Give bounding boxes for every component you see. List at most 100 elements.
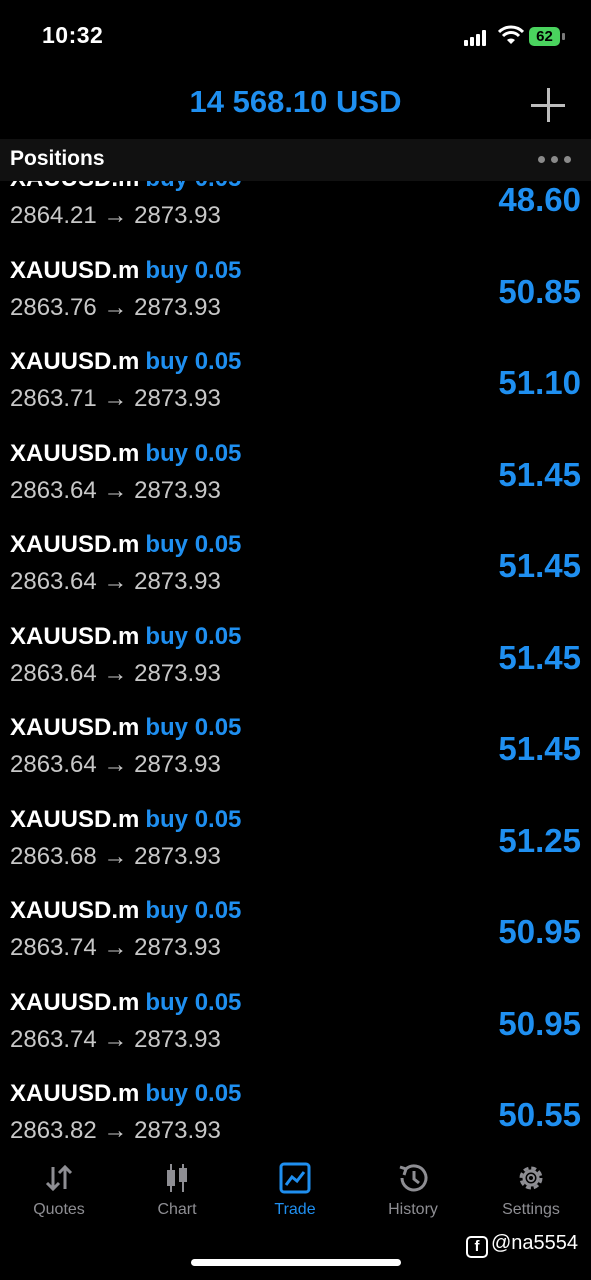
current-price: 2873.93 [134,842,221,870]
position-symbol: XAUUSD.m [10,714,140,741]
watermark-text: @na5554 [491,1232,579,1254]
position-row[interactable]: XAUUSD.m buy 0.05 2863.68 → 2873.93 51.25 [0,806,591,897]
position-row[interactable]: XAUUSD.m buy 0.05 2863.76 → 2873.93 50.85 [0,257,591,348]
tab-chart[interactable]: Chart [118,1161,236,1231]
position-title: XAUUSD.mbuy 0.05 [10,440,241,468]
arrow-right-icon: → [96,934,135,961]
position-side-volume: buy 0.05 [145,439,242,467]
current-price: 2873.93 [134,476,221,504]
current-price: 2873.93 [134,202,221,229]
position-title: XAUUSD.mbuy 0.05 [10,989,241,1017]
open-price: 2863.64 [10,476,97,504]
status-bar: 10:32 62 [0,0,591,70]
position-row[interactable]: XAUUSD.m buy 0.05 2863.71 → 2873.93 51.10 [0,348,591,439]
position-row[interactable]: XAUUSD.m buy 0.05 2863.74 → 2873.93 50.95 [0,897,591,988]
add-order-button[interactable] [531,88,565,122]
watermark: f @na5554 [466,1232,578,1258]
position-profit: 51.45 [498,730,581,767]
open-price: 2863.76 [10,293,97,321]
open-price: 2863.74 [10,934,97,961]
arrow-right-icon: → [96,751,135,778]
position-title: XAUUSD.mbuy 0.05 [10,623,241,651]
more-options-icon[interactable] [538,156,572,164]
trade-icon [279,1162,311,1194]
position-row[interactable]: XAUUSD.m buy 0.05 2863.64 → 2873.93 51.45 [0,714,591,805]
arrow-right-icon: → [96,1025,135,1053]
position-side-volume: buy 0.05 [145,531,242,558]
section-title: Positions [10,147,105,170]
facebook-icon: f [466,1236,488,1258]
positions-section-header: Positions [0,139,591,181]
position-profit: 51.25 [498,821,581,859]
positions-list[interactable]: XAUUSD.mbuy 0.052864.21 → 2873.9348.60XA… [0,134,591,1140]
position-row[interactable]: XAUUSD.m buy 0.05 2863.64 → 2873.93 51.45 [0,440,591,531]
position-symbol: XAUUSD.m [10,897,140,924]
tab-trade[interactable]: Trade [236,1161,354,1231]
cellular-signal-icon [464,30,490,46]
position-profit: 50.95 [498,913,581,950]
position-side-volume: buy 0.05 [145,622,242,650]
arrow-right-icon: → [96,659,135,687]
arrow-right-icon: → [96,293,135,321]
position-prices: 2864.21 → 2873.93 [10,202,221,230]
arrow-right-icon: → [96,1117,135,1140]
position-title: XAUUSD.mbuy 0.05 [10,257,241,285]
position-row[interactable]: XAUUSD.m buy 0.05 2863.64 → 2873.93 51.45 [0,531,591,622]
status-time: 10:32 [42,22,104,48]
wifi-icon [498,25,524,44]
position-symbol: XAUUSD.m [10,348,140,375]
settings-icon [519,1166,543,1190]
position-row[interactable]: XAUUSD.m buy 0.05 2863.74 → 2873.93 50.95 [0,989,591,1080]
current-price: 2873.93 [134,293,221,321]
current-price: 2873.93 [134,568,221,595]
open-price: 2863.74 [10,1025,97,1053]
account-balance: 14 568.10 USD [189,84,402,119]
tab-label: Settings [502,1201,560,1218]
position-profit: 51.45 [498,455,581,493]
current-price: 2873.93 [134,934,221,961]
position-symbol: XAUUSD.m [10,439,140,467]
position-prices: 2863.82 → 2873.93 [10,1117,221,1140]
open-price: 2864.21 [10,202,97,229]
position-row[interactable]: XAUUSD.m buy 0.05 2863.82 → 2873.93 50.55 [0,1080,591,1140]
position-title: XAUUSD.mbuy 0.05 [10,348,241,376]
position-profit: 51.10 [498,364,581,401]
position-profit: 50.55 [498,1096,581,1133]
position-profit: 50.85 [498,272,581,310]
tab-history[interactable]: History [354,1161,472,1231]
tab-label: History [388,1201,438,1218]
quotes-icon [45,1164,73,1192]
position-prices: 2863.76 → 2873.93 [10,294,221,322]
position-title: XAUUSD.mbuy 0.05 [10,1080,241,1108]
position-symbol: XAUUSD.m [10,988,140,1016]
position-prices: 2863.64 → 2873.93 [10,751,221,779]
battery-level: 62 [529,27,560,46]
position-profit: 51.45 [498,638,581,676]
open-price: 2863.68 [10,842,97,870]
position-title: XAUUSD.mbuy 0.05 [10,806,241,834]
tab-settings[interactable]: Settings [472,1161,590,1231]
arrow-right-icon: → [96,476,135,504]
arrow-right-icon: → [96,202,135,229]
current-price: 2873.93 [134,751,221,778]
position-side-volume: buy 0.05 [145,897,242,924]
tab-quotes[interactable]: Quotes [0,1161,118,1231]
position-title: XAUUSD.mbuy 0.05 [10,531,241,559]
current-price: 2873.93 [134,659,221,687]
position-symbol: XAUUSD.m [10,531,140,558]
tab-label: Chart [157,1201,197,1218]
position-side-volume: buy 0.05 [145,256,242,284]
home-indicator [191,1259,401,1266]
position-symbol: XAUUSD.m [10,622,140,650]
arrow-right-icon: → [96,385,135,412]
position-profit: 51.45 [498,547,581,584]
position-prices: 2863.64 → 2873.93 [10,660,221,688]
history-icon [399,1164,428,1192]
position-prices: 2863.71 → 2873.93 [10,385,221,413]
position-title: XAUUSD.mbuy 0.05 [10,897,241,925]
tab-label: Trade [274,1201,316,1218]
open-price: 2863.64 [10,659,97,687]
position-prices: 2863.68 → 2873.93 [10,843,221,871]
position-row[interactable]: XAUUSD.m buy 0.05 2863.64 → 2873.93 51.45 [0,623,591,714]
position-side-volume: buy 0.05 [145,348,242,375]
